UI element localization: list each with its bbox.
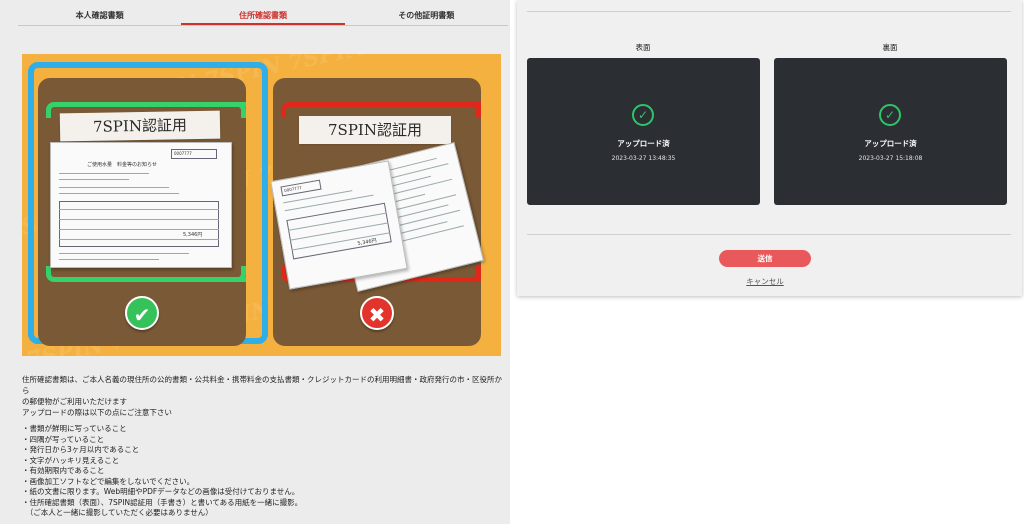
note-item: ・住所確認書類（表面）、7SPIN認証用（手書き）と書いてある用紙を一緒に撮影。 <box>22 497 303 507</box>
back-upload-timestamp: 2023-03-27 15:18:08 <box>858 155 923 162</box>
good-example-card: 7SPIN認証用 0007777 ご使用水量 料金等のお知らせ 5,346円 ✔ <box>38 78 246 346</box>
divider <box>527 11 1011 12</box>
submit-button[interactable]: 送信 <box>719 250 811 267</box>
example-illustration: 7SPIN 7SPIN 7SPIN 7SPIN 7SPIN 7SPIN 7SPI… <box>22 54 501 356</box>
cross-circle-icon: ✖ <box>360 296 394 330</box>
upload-panel: 表面 裏面 ✓ アップロード済 2023-03-27 13:48:35 ✓ アッ… <box>517 0 1022 296</box>
note-item: ・紙の文書に限ります。Web明細やPDFデータなどの画像は受付けておりません。 <box>22 487 300 496</box>
tab-address-documents[interactable]: 住所確認書類 <box>181 8 345 25</box>
note-item: ・書類が鮮明に写っていること <box>22 424 127 433</box>
good-example-tape-label: 7SPIN認証用 <box>59 110 221 142</box>
bad-example-document-front: 0007777 5,346円 <box>270 160 408 290</box>
front-upload-status: アップロード済 <box>617 139 670 148</box>
front-side-label: 表面 <box>635 43 651 52</box>
cancel-link[interactable]: キャンセル <box>719 276 811 287</box>
check-circle-icon: ✓ <box>632 104 654 126</box>
bad-example-tape-label: 7SPIN認証用 <box>299 116 451 144</box>
note-item: ・四隅が写っていること <box>22 434 105 444</box>
divider <box>527 234 1011 235</box>
front-upload-box[interactable]: ✓ アップロード済 2023-03-27 13:48:35 <box>527 58 760 205</box>
check-circle-icon: ✔ <box>125 296 159 330</box>
address-document-description: 住所確認書類は、ご本人名義の現住所の公的書類・公共料金・携帯料金の支払書類・クレ… <box>22 375 502 417</box>
back-side-label: 裏面 <box>882 43 898 52</box>
front-upload-timestamp: 2023-03-27 13:48:35 <box>611 155 676 162</box>
upload-notes-list: ・書類が鮮明に写っていること ・四隅が写っていること ・発行日から3ヶ月以内であ… <box>22 424 502 519</box>
note-item: ・有効期限内であること <box>22 466 105 475</box>
note-item: ・発行日から3ヶ月以内であること <box>22 445 140 454</box>
bad-example-card: 7SPIN認証用 0007777 5,346円 ✖ <box>270 78 484 346</box>
back-upload-box[interactable]: ✓ アップロード済 2023-03-27 15:18:08 <box>774 58 1007 205</box>
note-item: ・画像加工ソフトなどで編集をしないでください。 <box>22 476 195 486</box>
good-example-document: 0007777 ご使用水量 料金等のお知らせ 5,346円 <box>50 142 232 268</box>
tab-identity-documents[interactable]: 本人確認書類 <box>18 8 181 25</box>
tab-other-documents[interactable]: その他証明書類 <box>345 8 508 25</box>
document-tabs: 本人確認書類 住所確認書類 その他証明書類 <box>18 8 508 26</box>
check-circle-icon: ✓ <box>879 104 901 126</box>
note-item: （ご本人と一緒に撮影していただく必要はありません） <box>22 508 213 517</box>
address-document-guide-panel: 本人確認書類 住所確認書類 その他証明書類 7SPIN 7SPIN 7SPIN … <box>0 0 510 524</box>
back-upload-status: アップロード済 <box>864 139 917 148</box>
note-item: ・文字がハッキリ見えること <box>22 455 120 465</box>
